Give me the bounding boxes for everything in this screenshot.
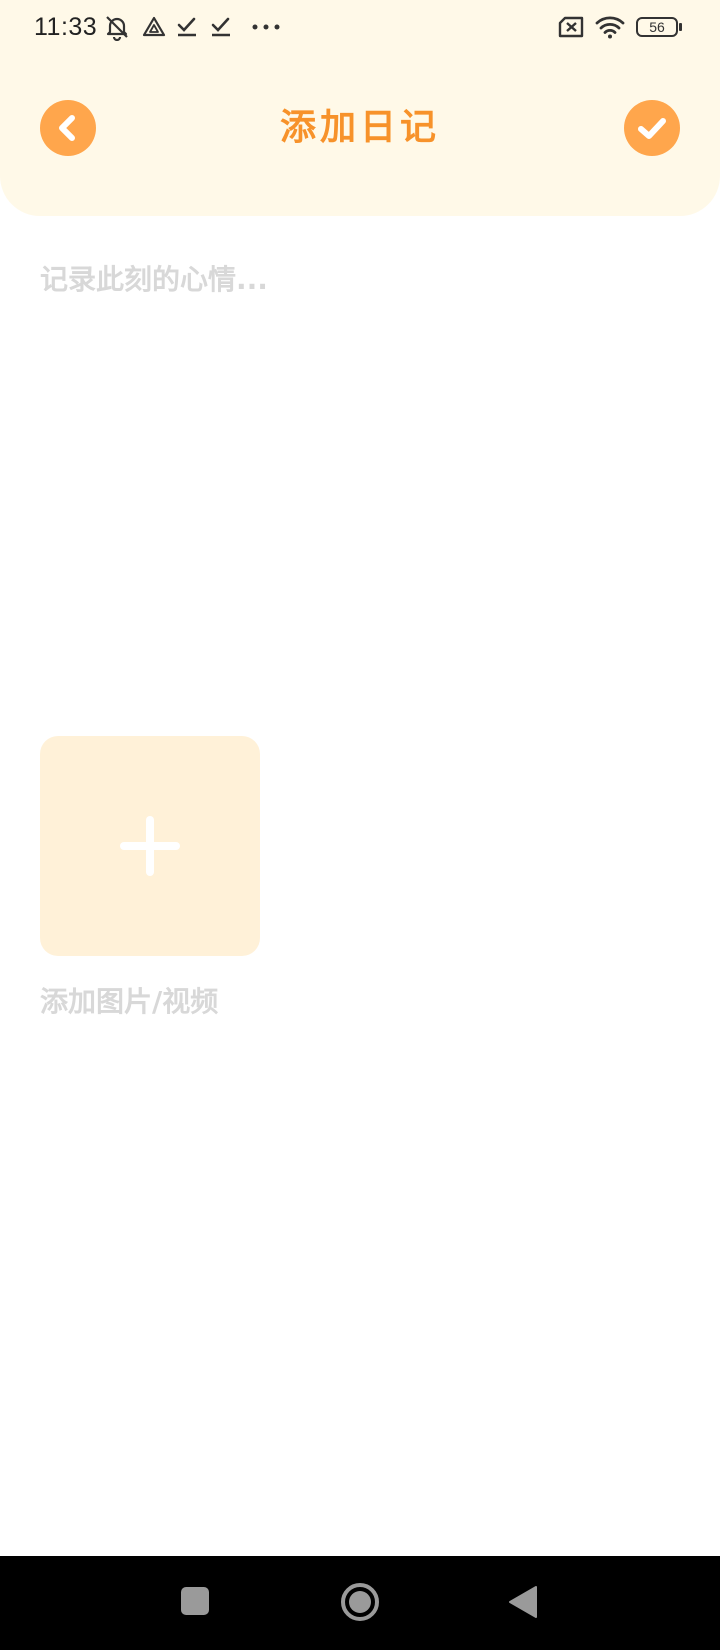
mood-text-input[interactable] (40, 256, 680, 676)
battery-icon: 56 (636, 17, 678, 37)
system-navigation-bar (0, 1556, 720, 1650)
muted-alarm-icon (102, 12, 132, 42)
battery-tip (679, 23, 682, 31)
back-nav-button[interactable] (506, 1584, 540, 1620)
more-dots-icon (250, 12, 282, 42)
drive-icon (140, 12, 168, 42)
status-bar: 11:33 56 (0, 0, 720, 56)
no-sim-icon (556, 12, 586, 42)
wifi-icon (594, 12, 626, 42)
add-diary-screen: 11:33 56 添加日记 记录此刻的心情... 添加图片/视频 (0, 0, 720, 1650)
home-icon (341, 1583, 379, 1621)
confirm-button[interactable] (624, 100, 680, 156)
check-icon (638, 118, 666, 139)
page-title: 添加日记 (279, 107, 440, 148)
add-media-button[interactable] (40, 736, 260, 956)
battery-level: 56 (649, 19, 665, 35)
recents-icon (181, 1587, 209, 1615)
status-time: 11:33 (34, 13, 98, 41)
recents-button[interactable] (180, 1586, 210, 1616)
back-icon (509, 1586, 537, 1618)
check-icon (174, 12, 200, 42)
home-button[interactable] (338, 1580, 382, 1624)
add-media-label: 添加图片/视频 (40, 985, 219, 1018)
check-icon (208, 12, 234, 42)
plus-icon (120, 816, 180, 876)
